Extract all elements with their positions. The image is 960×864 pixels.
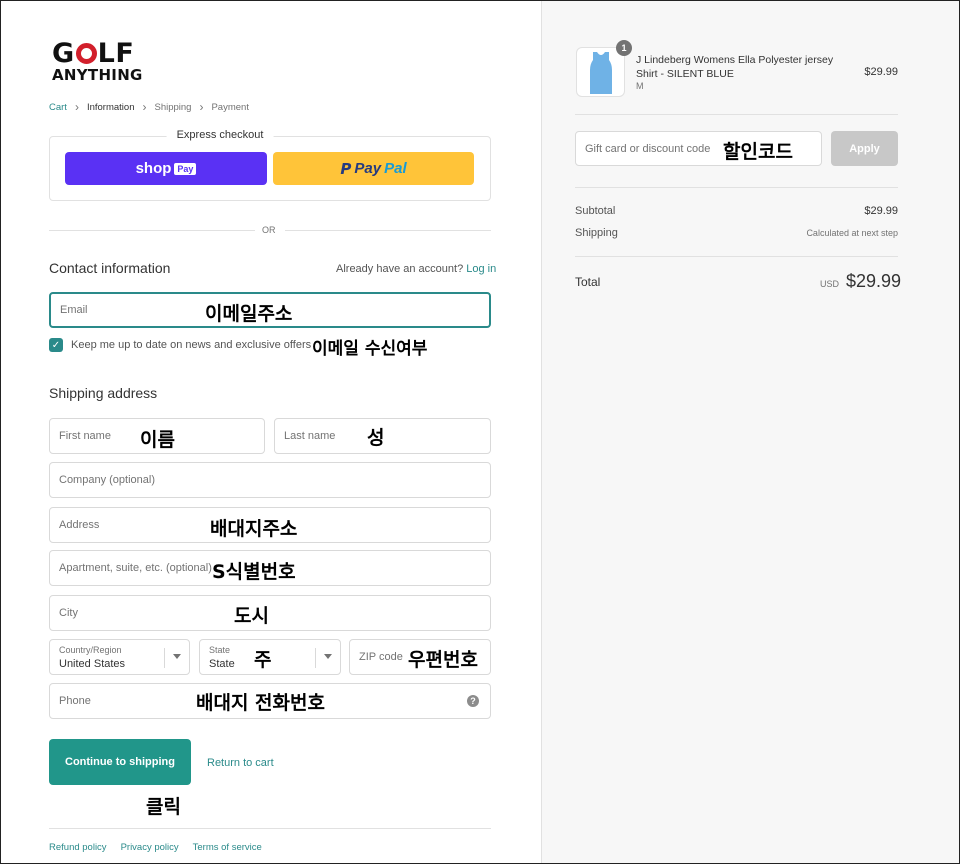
divider [285,230,491,231]
chevron-right-icon: › [142,100,147,114]
shirt-icon [590,52,612,94]
annotation-zip: 우편번호 [408,649,478,671]
divider [575,114,898,115]
account-prompt: Already have an account? Log in [336,263,497,275]
shop-pay-button[interactable]: shop Pay [65,152,267,185]
chevron-right-icon: › [74,100,79,114]
annotation-newsletter: 이메일 수신여부 [312,339,428,359]
login-link[interactable]: Log in [466,263,496,275]
chevron-right-icon: › [199,100,204,114]
annotation-state: 주 [254,649,272,671]
terms-of-service-link[interactable]: Terms of service [193,842,262,853]
refund-policy-link[interactable]: Refund policy [49,842,107,853]
product-name: J Lindeberg Womens Ella Polyester jersey… [636,54,834,80]
annotation-last-name: 성 [367,427,385,449]
footer-links: Refund policy Privacy policy Terms of se… [49,842,262,853]
help-icon[interactable]: ? [467,695,479,707]
annotation-email: 이메일주소 [205,303,293,325]
country-select[interactable]: Country/Region United States [49,639,190,675]
newsletter-checkbox[interactable]: ✓ [49,338,63,352]
breadcrumb-information: Information [86,101,135,113]
shipping-value: Calculated at next step [806,228,898,238]
divider [575,187,898,188]
subtotal-label: Subtotal [575,205,616,217]
annotation-address: 배대지주소 [210,518,298,540]
contact-section-title: Contact information [49,260,171,276]
quantity-badge: 1 [616,40,632,56]
annotation-discount: 할인코드 [723,141,793,163]
breadcrumb-cart[interactable]: Cart [49,102,67,113]
logo-ring-icon [75,43,97,64]
breadcrumb-payment: Payment [211,101,249,113]
apply-button[interactable]: Apply [831,131,898,166]
paypal-logo-icon: 𝙋 [340,160,352,178]
privacy-policy-link[interactable]: Privacy policy [121,842,179,853]
annotation-apartment: S식별번호 [212,561,296,583]
annotation-first-name: 이름 [140,429,175,451]
continue-to-shipping-button[interactable]: Continue to shipping [49,739,191,785]
total-currency: USD [820,279,840,289]
newsletter-label: Keep me up to date on news and exclusive… [71,339,312,351]
total-value: $29.99 [846,271,902,291]
city-field[interactable]: City [49,595,491,631]
subtotal-value: $29.99 [864,205,898,217]
checkmark-icon: ✓ [51,339,61,351]
express-checkout-title: Express checkout [166,129,274,141]
breadcrumb: Cart › Information › Shipping › Payment [49,100,249,114]
divider [49,230,255,231]
chevron-down-icon [173,654,181,659]
divider [575,256,898,257]
annotation-continue: 클릭 [146,796,181,818]
shipping-label: Shipping [575,227,618,239]
divider [49,828,491,829]
breadcrumb-shipping: Shipping [154,101,192,113]
or-divider-text: OR [262,225,276,235]
store-logo[interactable]: G LF ANYTHING [52,40,143,83]
product-price: $29.99 [864,66,898,78]
chevron-down-icon [324,654,332,659]
total-label: Total [575,275,601,289]
product-variant: M [636,81,644,91]
annotation-phone: 배대지 전화번호 [196,692,325,714]
shipping-section-title: Shipping address [49,385,158,401]
paypal-button[interactable]: 𝙋 Pay Pal [273,152,474,185]
company-field[interactable]: Company (optional) [49,462,491,498]
return-to-cart-link[interactable]: Return to cart [207,757,274,769]
annotation-city: 도시 [234,605,269,627]
